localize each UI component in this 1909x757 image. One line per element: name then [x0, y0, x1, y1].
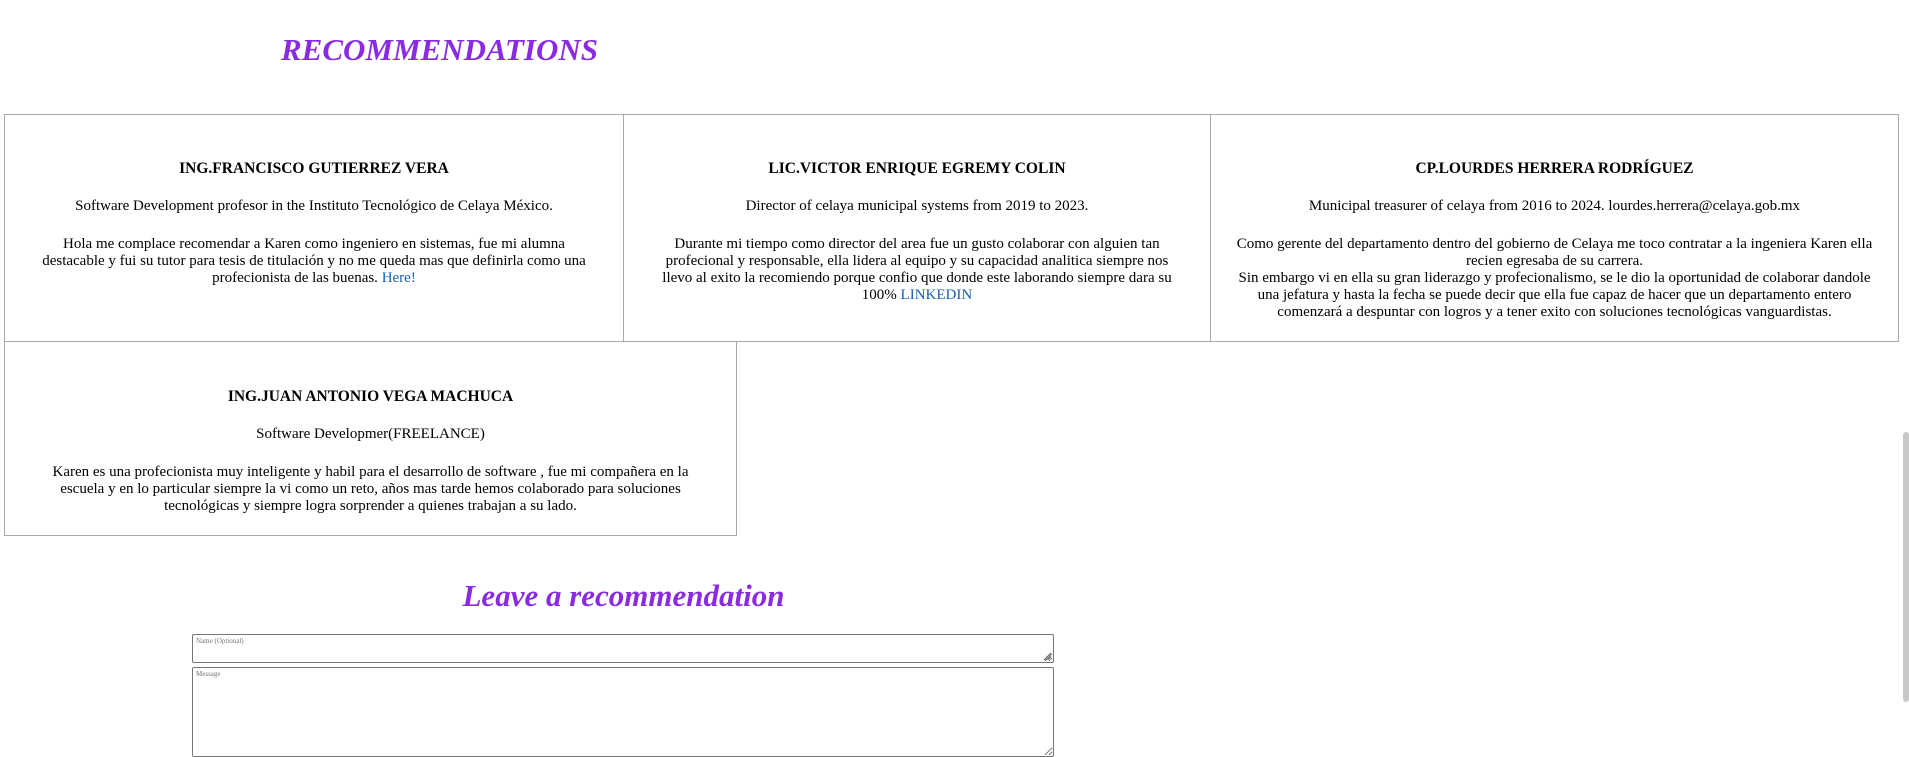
name-field[interactable] — [192, 634, 1054, 663]
page-scrollbar[interactable] — [1903, 0, 1909, 749]
here-link[interactable]: Here! — [382, 270, 416, 286]
recommender-role: Municipal treasurer of celaya from 2016 … — [1308, 198, 1801, 214]
recommendation-body: Como gerente del departamento dentro del… — [1234, 236, 1875, 321]
recommendation-card: ING.FRANCISCO GUTIERREZ VERA Software De… — [4, 114, 624, 342]
linkedin-link[interactable]: LINKEDIN — [901, 287, 973, 303]
recommender-role: Software Developmer(FREELANCE) — [256, 426, 485, 442]
recommender-name: LIC.VICTOR ENRIQUE EGREMY COLIN — [768, 160, 1066, 177]
recommender-name: CP.LOURDES HERRERA RODRÍGUEZ — [1415, 160, 1694, 177]
message-field[interactable] — [192, 667, 1054, 757]
recommendation-text: Hola me complace recomendar a Karen como… — [42, 236, 586, 286]
recommendation-body: Hola me complace recomendar a Karen como… — [41, 236, 587, 287]
recommendation-body: Durante mi tiempo como director del area… — [660, 236, 1174, 304]
recommendation-body: Karen es una profecionista muy inteligen… — [52, 464, 689, 514]
recommendations-heading: RECOMMENDATIONS — [281, 32, 598, 67]
recommender-role: Director of celaya municipal systems fro… — [745, 198, 1089, 214]
scrollbar-thumb[interactable] — [1903, 432, 1909, 702]
recommendation-text: Como gerente del departamento dentro del… — [1236, 236, 1873, 269]
recommendation-card: LIC.VICTOR ENRIQUE EGREMY COLIN Director… — [623, 114, 1211, 342]
recommender-name: ING.FRANCISCO GUTIERREZ VERA — [179, 160, 449, 177]
recommendation-text-continued: Sin embargo vi en ella su gran liderazgo… — [1238, 270, 1871, 320]
leave-recommendation-heading: Leave a recommendation — [462, 578, 785, 613]
recommender-name: ING.JUAN ANTONIO VEGA MACHUCA — [227, 388, 514, 405]
recommendation-card: CP.LOURDES HERRERA RODRÍGUEZ Municipal t… — [1210, 114, 1899, 342]
recommender-role: Software Development profesor in the Ins… — [75, 198, 553, 214]
recommendation-card: ING.JUAN ANTONIO VEGA MACHUCA Software D… — [4, 341, 737, 536]
